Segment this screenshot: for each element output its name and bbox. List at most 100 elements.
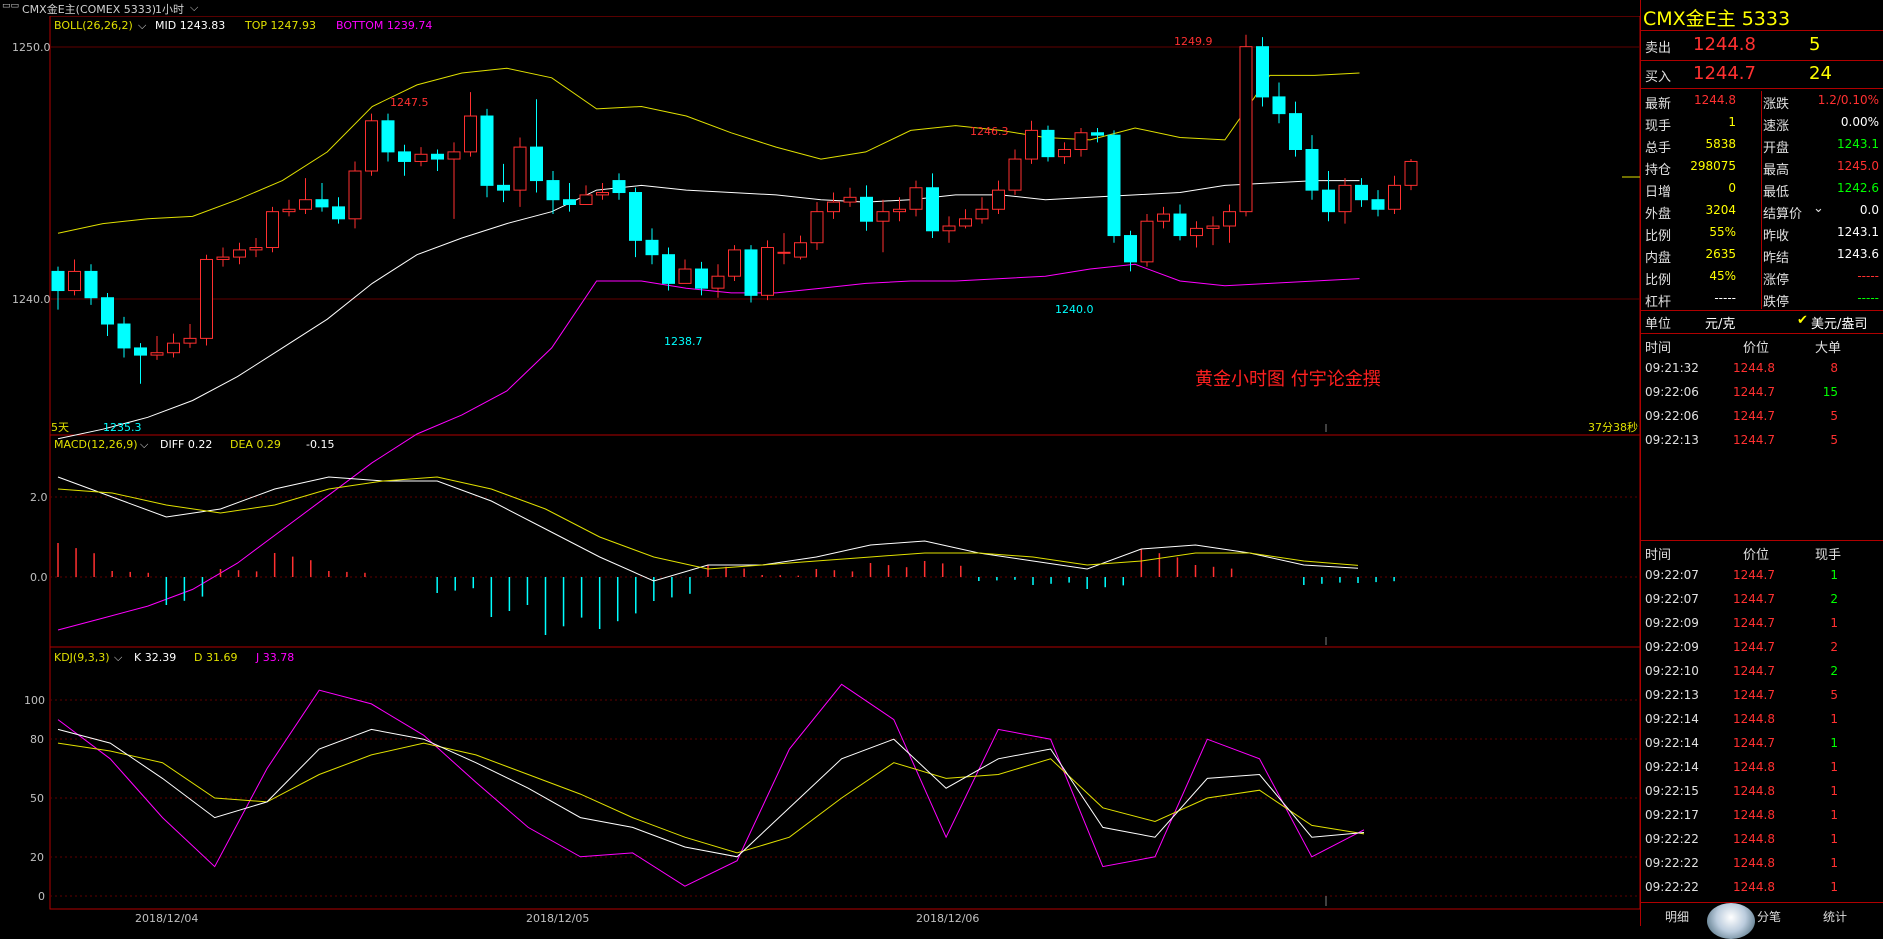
candle-body xyxy=(282,208,296,213)
macd-tick-label: 0.0 xyxy=(30,571,48,584)
unit-value[interactable]: 元/克 xyxy=(1705,313,1735,332)
table-row[interactable]: 09:22:06 1244.7 5 xyxy=(1641,407,1883,429)
check-icon[interactable]: ✔ xyxy=(1797,313,1808,328)
candle-body xyxy=(447,151,461,160)
candle-body xyxy=(183,337,197,344)
table-row[interactable]: 09:22:17 1244.8 1 xyxy=(1641,806,1883,828)
unit-row: 单位 元/克 ✔ 美元/盎司 xyxy=(1641,311,1883,333)
row-time: 09:22:13 xyxy=(1645,433,1699,447)
row-volume: 15 xyxy=(1822,385,1838,399)
chevron-down-icon[interactable]: ⌵ xyxy=(140,438,149,451)
stat-value: 1242.6 xyxy=(1837,181,1879,195)
table-row[interactable]: 09:22:13 1244.7 5 xyxy=(1641,431,1883,453)
candle-body xyxy=(1157,213,1170,222)
row-time: 09:22:17 xyxy=(1645,808,1699,822)
kdj-tick-label: 50 xyxy=(30,792,44,805)
candle-body xyxy=(1008,158,1022,191)
quote-stat-row: 内盘 2635 昨结 1243.6 xyxy=(1641,245,1883,267)
row-price: 1244.8 xyxy=(1733,880,1775,894)
table-row[interactable]: 09:22:22 1244.8 1 xyxy=(1641,878,1883,900)
table-row[interactable]: 09:22:07 1244.7 2 xyxy=(1641,590,1883,612)
candle-body xyxy=(876,211,890,222)
stat-value: 1243.1 xyxy=(1837,137,1879,151)
row-volume: 1 xyxy=(1830,808,1838,822)
table-row[interactable]: 09:21:32 1244.8 8 xyxy=(1641,359,1883,381)
candle-body xyxy=(1289,113,1302,150)
divider xyxy=(1641,60,1883,61)
candle-body xyxy=(414,153,428,162)
ask-row[interactable]: 卖出 1244.8 5 xyxy=(1641,33,1883,59)
stat-label: 持仓 xyxy=(1645,163,1672,178)
table-row[interactable]: 09:22:14 1244.8 1 xyxy=(1641,710,1883,732)
table-row[interactable]: 09:22:14 1244.8 1 xyxy=(1641,758,1883,780)
row-time: 09:22:14 xyxy=(1645,712,1699,726)
row-time: 09:22:15 xyxy=(1645,784,1699,798)
row-price: 1244.7 xyxy=(1733,409,1775,423)
stat-label: 开盘 xyxy=(1763,141,1790,156)
stat-value: 5838 xyxy=(1705,137,1736,151)
stat-value: 55% xyxy=(1709,225,1736,239)
candle-body xyxy=(150,352,164,356)
tab-ticks[interactable]: 分笔 xyxy=(1757,908,1781,925)
table-row[interactable]: 09:22:15 1244.8 1 xyxy=(1641,782,1883,804)
row-price: 1244.7 xyxy=(1733,640,1775,654)
days-label: 5天 xyxy=(51,421,69,434)
row-volume: 8 xyxy=(1830,361,1838,375)
boll-title[interactable]: BOLL(26,26,2) xyxy=(54,19,133,32)
row-time: 09:22:06 xyxy=(1645,385,1699,399)
table-row[interactable]: 09:22:07 1244.7 1 xyxy=(1641,566,1883,588)
price-tick-label: 1250.0 xyxy=(12,41,51,54)
tab-detail[interactable]: 明细 xyxy=(1665,908,1689,925)
period-selector[interactable]: 1小时 xyxy=(155,1,184,17)
row-time: 09:22:22 xyxy=(1645,880,1699,894)
candle-body xyxy=(1206,225,1220,229)
boll-top-value: TOP 1247.93 xyxy=(244,19,316,32)
macd-dea-value: DEA 0.29 xyxy=(230,438,281,451)
table-row[interactable]: 09:22:22 1244.8 1 xyxy=(1641,854,1883,876)
table-row[interactable]: 09:22:10 1244.7 2 xyxy=(1641,662,1883,684)
candle-body xyxy=(563,199,576,205)
kdj-title[interactable]: KDJ(9,3,3) xyxy=(54,651,110,664)
avatar[interactable] xyxy=(1707,903,1755,939)
low-annotation: 1238.7 xyxy=(664,335,703,348)
table-row[interactable]: 09:22:09 1244.7 1 xyxy=(1641,614,1883,636)
stat-value: 45% xyxy=(1709,269,1736,283)
window-icon[interactable]: ▭▭ xyxy=(2,1,19,11)
stat-value: 1244.8 xyxy=(1694,93,1736,107)
row-time: 09:22:07 xyxy=(1645,592,1699,606)
stat-value: ----- xyxy=(1857,269,1879,283)
candle-body xyxy=(1140,220,1154,263)
candle-body xyxy=(167,342,180,354)
table-row[interactable]: 09:22:06 1244.7 15 xyxy=(1641,383,1883,405)
candle-body xyxy=(678,268,692,284)
candle-body xyxy=(645,239,659,256)
stat-label: 最新 xyxy=(1645,97,1672,112)
tab-stats[interactable]: 统计 xyxy=(1823,908,1847,925)
candle-body xyxy=(332,206,345,220)
date-label: 2018/12/06 xyxy=(916,912,979,925)
kdj-tick-label: 20 xyxy=(30,851,44,864)
table-row[interactable]: 09:22:13 1244.7 5 xyxy=(1641,686,1883,708)
candle-body xyxy=(1173,213,1187,237)
macd-diff-line xyxy=(57,476,1359,582)
chevron-down-icon[interactable]: ⌵ xyxy=(138,19,147,32)
candle-body xyxy=(810,211,824,244)
candle-body xyxy=(1074,132,1088,150)
chevron-down-icon[interactable]: ⌄ xyxy=(1813,201,1824,216)
macd-title[interactable]: MACD(12,26,9) xyxy=(54,438,138,451)
chevron-down-icon[interactable]: ⌵ xyxy=(190,1,198,15)
candle-body xyxy=(1058,148,1071,158)
table-row[interactable]: 09:22:22 1244.8 1 xyxy=(1641,830,1883,852)
unit-option[interactable]: 美元/盎司 xyxy=(1811,313,1867,332)
table-row[interactable]: 09:22:14 1244.7 1 xyxy=(1641,734,1883,756)
chart-canvas[interactable]: 1250.0 1240.0 2.0 0.0 100 80 50 20 0 201… xyxy=(0,0,1640,926)
bid-row[interactable]: 买入 1244.7 24 xyxy=(1641,62,1883,88)
row-volume: 1 xyxy=(1830,784,1838,798)
chevron-down-icon[interactable]: ⌵ xyxy=(114,651,123,664)
watermark-text: 黄金小时图 付宇论金撰 xyxy=(1195,369,1381,390)
quote-stat-row: 日增 0 最低 1242.6 xyxy=(1641,179,1883,201)
candle-body xyxy=(959,218,972,227)
row-time: 09:22:22 xyxy=(1645,832,1699,846)
table-row[interactable]: 09:22:09 1244.7 2 xyxy=(1641,638,1883,660)
instrument-tab[interactable]: CMX金E主(COMEX 5333) xyxy=(22,1,156,17)
